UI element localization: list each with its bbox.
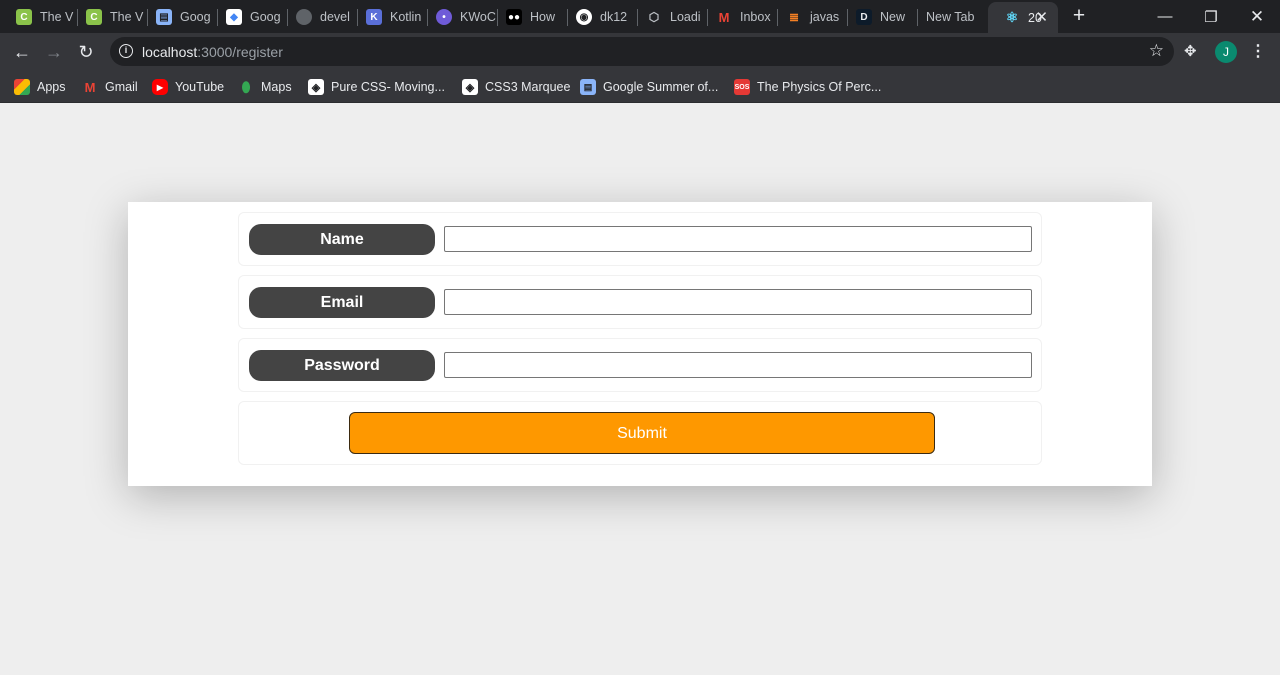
tab-title: The V: [110, 10, 144, 24]
email-field[interactable]: [444, 289, 1032, 315]
codepen-icon: ◈: [462, 79, 478, 95]
tab-title: Goog: [250, 10, 281, 24]
profile-avatar[interactable]: J: [1215, 41, 1237, 63]
bookmark-label: Pure CSS- Moving...: [331, 80, 445, 94]
stackoverflow-icon: ≣: [788, 10, 800, 24]
bookmarks-bar: Apps M Gmail ▶ YouTube ⬮ Maps ◈ Pure CSS…: [0, 70, 1280, 103]
browser-menu-icon[interactable]: ⋮: [1250, 40, 1266, 64]
submit-row: Submit: [238, 401, 1042, 465]
submit-button[interactable]: Submit: [349, 412, 935, 454]
email-label: Email: [249, 287, 435, 318]
c-icon: C: [16, 9, 32, 25]
browser-tab[interactable]: • KWoC: [420, 2, 498, 32]
bookmark-maps[interactable]: ⬮ Maps: [238, 77, 292, 97]
browser-tab[interactable]: C The V: [70, 2, 148, 32]
tab-title: devel: [320, 10, 350, 24]
name-field[interactable]: [444, 226, 1032, 252]
browser-tab[interactable]: M Inbox: [700, 2, 778, 32]
site-info-icon[interactable]: i: [119, 44, 133, 58]
cube-icon: ⬡: [648, 10, 660, 24]
gsoc-icon: ▤: [580, 79, 596, 95]
tab-title: Loadi: [670, 10, 701, 24]
browser-tab[interactable]: ●● How: [490, 2, 568, 32]
reload-icon[interactable]: ↻: [74, 40, 98, 64]
new-tab-button[interactable]: +: [1068, 5, 1090, 27]
browser-tab[interactable]: devel: [280, 2, 358, 32]
bookmark-gsoc[interactable]: ▤ Google Summer of...: [580, 77, 718, 97]
password-row: Password: [238, 338, 1042, 392]
k-icon: K: [366, 9, 382, 25]
tab-title: dk12: [600, 10, 628, 24]
forward-arrow-icon[interactable]: →: [42, 40, 66, 64]
youtube-icon: ▶: [152, 79, 168, 95]
react-icon: ⚛: [1005, 9, 1019, 25]
tab-title: The V: [40, 10, 74, 24]
minimize-icon[interactable]: —: [1142, 0, 1188, 33]
browser-tab[interactable]: ◉ dk12: [560, 2, 638, 32]
tab-title: Inbox: [740, 10, 771, 24]
slides-icon: ◆: [226, 9, 242, 25]
register-card: Name Email Password Submit: [128, 202, 1152, 486]
browser-tab[interactable]: D New: [840, 2, 918, 32]
gmail-icon: M: [84, 79, 96, 95]
bookmark-label: CSS3 Marquee: [485, 80, 571, 94]
bookmark-apps[interactable]: Apps: [14, 77, 66, 97]
email-row: Email: [238, 275, 1042, 329]
close-tab-icon[interactable]: ✕: [1035, 8, 1048, 26]
gmail-icon: M: [718, 9, 730, 25]
name-label: Name: [249, 224, 435, 255]
browser-toolbar: ← → ↻ i localhost:3000/register ☆ ✥ J ⋮: [0, 33, 1280, 70]
bookmark-gmail[interactable]: M Gmail: [82, 77, 138, 97]
maps-pin-icon: ⬮: [241, 78, 251, 95]
browser-tab[interactable]: ◆ Goog: [210, 2, 288, 32]
restore-icon[interactable]: ❐: [1188, 0, 1234, 33]
apps-grid-icon: [14, 79, 30, 95]
medium-icon: ●●: [506, 9, 522, 25]
browser-tab[interactable]: K Kotlin: [350, 2, 428, 32]
bookmark-label: Apps: [37, 80, 66, 94]
tab-title: New Tab: [926, 10, 975, 24]
url-host: localhost: [142, 44, 198, 60]
kwoc-icon: •: [436, 9, 452, 25]
url-text[interactable]: localhost:3000/register: [142, 44, 283, 60]
tab-title: javas: [810, 10, 840, 24]
password-field[interactable]: [444, 352, 1032, 378]
bookmark-label: Maps: [261, 80, 292, 94]
tab-title: Goog: [180, 10, 211, 24]
tab-title: How: [530, 10, 556, 24]
tab-title: Kotlin: [390, 10, 422, 24]
browser-tab[interactable]: ▤ Goog: [140, 2, 218, 32]
browser-tab[interactable]: C The V: [0, 2, 78, 32]
bookmark-label: The Physics Of Perc...: [757, 80, 882, 94]
close-window-icon[interactable]: ✕: [1234, 0, 1280, 33]
doc-icon: ▤: [156, 9, 172, 25]
url-path: :3000/register: [197, 44, 283, 60]
name-row: Name: [238, 212, 1042, 266]
browser-tab[interactable]: ⬡ Loadi: [630, 2, 708, 32]
c-icon: C: [86, 9, 102, 25]
extensions-puzzle-icon[interactable]: ✥: [1184, 42, 1197, 60]
tab-strip: C The V C The V ▤ Goog ◆ Goog devel K Ko…: [0, 0, 1280, 33]
d-icon: D: [856, 9, 872, 25]
bookmark-physics[interactable]: SOS The Physics Of Perc...: [734, 77, 881, 97]
back-arrow-icon[interactable]: ←: [10, 40, 34, 64]
browser-tab[interactable]: ≣ javas: [770, 2, 848, 32]
sos-icon: SOS: [734, 79, 750, 95]
bookmark-label: Gmail: [105, 80, 138, 94]
codepen-icon: ◈: [308, 79, 324, 95]
github-icon: ◉: [576, 9, 592, 25]
bookmark-label: Google Summer of...: [603, 80, 719, 94]
bookmark-star-icon[interactable]: ☆: [1149, 41, 1164, 61]
password-label: Password: [249, 350, 435, 381]
browser-tab[interactable]: New Tab: [910, 2, 988, 32]
address-bar[interactable]: i localhost:3000/register ☆: [110, 37, 1174, 66]
browser-tab-active[interactable]: ⚛ 20 ✕: [988, 2, 1058, 33]
bookmark-pure-css[interactable]: ◈ Pure CSS- Moving...: [308, 77, 445, 97]
bookmark-label: YouTube: [175, 80, 225, 94]
tab-title: New: [880, 10, 906, 24]
bookmark-youtube[interactable]: ▶ YouTube: [152, 77, 224, 97]
bookmark-css3-marquee[interactable]: ◈ CSS3 Marquee: [462, 77, 570, 97]
globe-icon: [296, 9, 312, 25]
